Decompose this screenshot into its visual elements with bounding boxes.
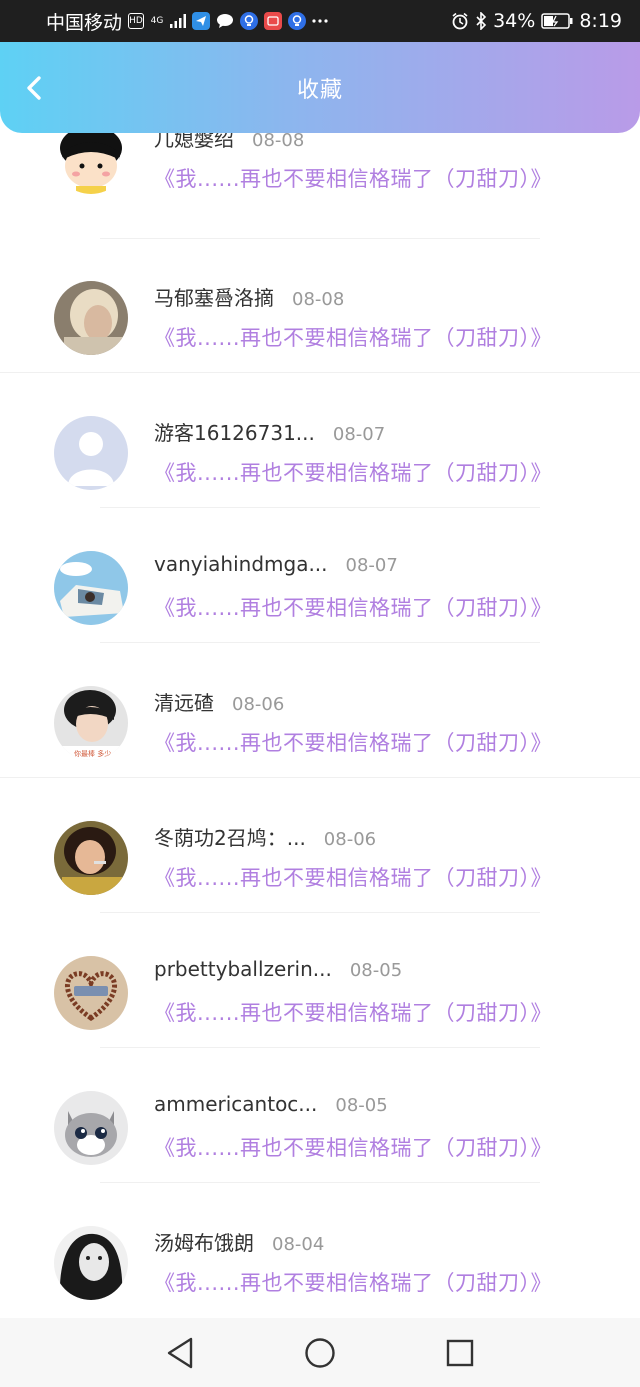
user-name: 清远碴 <box>154 691 214 715</box>
avatar[interactable] <box>54 551 128 625</box>
nav-home-button[interactable] <box>300 1333 340 1373</box>
list-item[interactable]: 儿媳媻绍 08-08 《我......再也不要相信格瑞了（刀甜刀）》 <box>0 133 640 239</box>
avatar[interactable] <box>54 416 128 490</box>
avatar[interactable] <box>54 956 128 1030</box>
more-icon <box>312 19 328 23</box>
signal-icon <box>170 14 187 28</box>
user-name: 游客16126731... <box>154 421 315 445</box>
heart-beads-avatar <box>54 956 128 1030</box>
battery-percent: 34% <box>493 10 536 32</box>
post-date: 08-04 <box>272 1234 325 1255</box>
post-date: 08-05 <box>349 960 403 981</box>
car-photo-avatar <box>54 551 128 625</box>
list-item[interactable]: ammericantoc... 08-05 《我......再也不要相信格瑞了（… <box>0 1048 640 1183</box>
list-item[interactable]: vanyiahindmga... 08-07 《我......再也不要相信格瑞了… <box>0 508 640 643</box>
user-name: prbettyballzerin... <box>154 957 332 981</box>
article-title-link[interactable]: 《我......再也不要相信格瑞了（刀甜刀）》 <box>154 997 552 1027</box>
article-title-link[interactable]: 《我......再也不要相信格瑞了（刀甜刀）》 <box>154 1267 552 1297</box>
alarm-icon <box>451 12 469 30</box>
article-title-link[interactable]: 《我......再也不要相信格瑞了（刀甜刀）》 <box>154 727 552 757</box>
user-name: 儿媳媻绍 <box>154 133 234 151</box>
page-title: 收藏 <box>296 77 343 103</box>
hd-icon: HD <box>128 13 145 29</box>
list-item[interactable]: 汤姆布饿朗 08-04 《我......再也不要相信格瑞了（刀甜刀）》 <box>0 1183 640 1316</box>
back-button[interactable] <box>18 68 50 108</box>
post-date: 08-07 <box>345 555 398 576</box>
post-date: 08-08 <box>252 133 305 151</box>
article-title-link[interactable]: 《我......再也不要相信格瑞了（刀甜刀）》 <box>154 322 552 352</box>
blonde-person-avatar <box>54 281 128 355</box>
post-date: 08-08 <box>292 289 345 310</box>
avatar[interactable] <box>54 821 128 895</box>
user-name: vanyiahindmga... <box>154 552 328 576</box>
list-item[interactable]: prbettyballzerin... 08-05 《我......再也不要相信… <box>0 913 640 1048</box>
paper-plane-icon <box>192 12 211 30</box>
default-user-avatar <box>54 416 128 490</box>
girl-photo-avatar <box>54 821 128 895</box>
list-item[interactable]: 冬荫功2召鸠：... 08-06 《我......再也不要相信格瑞了（刀甜刀）》 <box>0 778 640 913</box>
nav-back-button[interactable] <box>160 1333 200 1373</box>
list-item[interactable]: 马郁塞噕洛摘 08-08 《我......再也不要相信格瑞了（刀甜刀）》 <box>0 238 640 373</box>
avatar[interactable]: 你最棒 多少 <box>54 686 128 760</box>
network-label: 4G <box>150 15 164 26</box>
article-title-link[interactable]: 《我......再也不要相信格瑞了（刀甜刀）》 <box>154 1132 552 1162</box>
battery-icon <box>541 13 573 29</box>
cartoon-girl-avatar <box>54 133 128 194</box>
back-triangle-icon <box>167 1337 193 1368</box>
bulb-icon <box>288 12 307 30</box>
woman-bw-avatar <box>54 1226 128 1300</box>
article-title-link[interactable]: 《我......再也不要相信格瑞了（刀甜刀）》 <box>154 163 552 193</box>
list-item[interactable]: 游客16126731... 08-07 《我......再也不要相信格瑞了（刀甜… <box>0 373 640 508</box>
post-date: 08-05 <box>335 1095 388 1116</box>
message-icon <box>264 12 283 30</box>
avatar[interactable] <box>54 133 128 194</box>
user-name: 冬荫功2召鸠：... <box>154 826 306 850</box>
system-nav-bar <box>0 1318 640 1387</box>
clock: 8:19 <box>579 10 622 32</box>
avatar[interactable] <box>54 1091 128 1165</box>
nav-recents-button[interactable] <box>440 1333 480 1373</box>
cat-avatar <box>54 1091 128 1165</box>
avatar[interactable] <box>54 281 128 355</box>
favorites-list: 儿媳媻绍 08-08 《我......再也不要相信格瑞了（刀甜刀）》 马郁塞噕洛… <box>0 133 640 1316</box>
status-bar: 中国移动 HD 4G 34% 8:19 <box>0 0 640 42</box>
avatar[interactable] <box>54 1226 128 1300</box>
home-circle-icon <box>305 1337 335 1368</box>
post-date: 08-06 <box>232 694 285 715</box>
article-title-link[interactable]: 《我......再也不要相信格瑞了（刀甜刀）》 <box>154 592 552 622</box>
bluetooth-icon <box>475 12 487 30</box>
post-date: 08-06 <box>323 829 377 850</box>
user-name: ammericantoc... <box>154 1092 318 1116</box>
recents-square-icon <box>446 1339 474 1366</box>
chevron-left-icon <box>27 76 41 100</box>
article-title-link[interactable]: 《我......再也不要相信格瑞了（刀甜刀）》 <box>154 457 552 487</box>
list-item[interactable]: 你最棒 多少 清远碴 08-06 《我......再也不要相信格瑞了（刀甜刀）》 <box>0 643 640 778</box>
bulb-icon <box>240 12 259 30</box>
svg-text:你最棒 多少: 你最棒 多少 <box>74 749 111 758</box>
top-header: 收藏 <box>0 42 640 133</box>
chat-icon <box>216 13 234 29</box>
user-name: 马郁塞噕洛摘 <box>154 286 274 310</box>
carrier-label: 中国移动 <box>46 11 123 34</box>
post-date: 08-07 <box>332 424 386 445</box>
article-title-link[interactable]: 《我......再也不要相信格瑞了（刀甜刀）》 <box>154 862 552 892</box>
user-name: 汤姆布饿朗 <box>154 1231 254 1255</box>
boy-photo-avatar: 你最棒 多少 <box>54 686 128 760</box>
